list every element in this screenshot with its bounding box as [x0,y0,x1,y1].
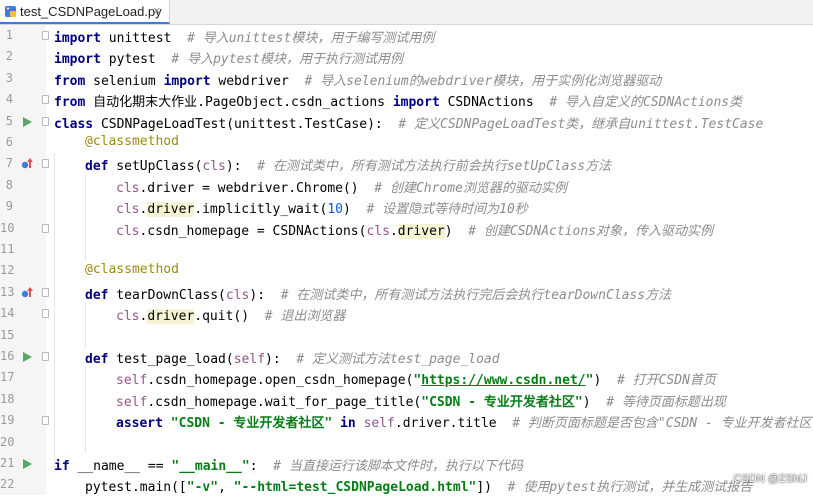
override-method-icon[interactable] [20,286,34,300]
code-text: def test_page_load(self): # 定义测试方法test_p… [85,352,500,367]
line-number: 1 [5,28,13,42]
code-text: @classmethod [85,262,179,278]
code-line[interactable]: 6 @classmethod [0,132,813,153]
fold-marker-icon[interactable] [42,223,49,233]
close-tab-icon[interactable]: × [153,3,161,18]
line-number: 4 [5,92,13,107]
run-icon[interactable] [20,457,34,471]
code-text: if __name__ == "__main__": # 当直接运行该脚本文件时… [54,459,523,474]
code-text: from 自动化期末大作业.PageObject.csdn_actions im… [54,95,743,111]
line-number: 22 [0,477,15,492]
code-text: cls.driver.quit() # 退出浏览器 [116,309,346,325]
code-line[interactable]: 9 cls.driver.implicitly_wait(10) # 设置隐式等… [0,196,813,218]
line-number: 14 [0,306,15,321]
line-number: 8 [5,177,13,192]
fold-marker-icon[interactable] [42,95,49,105]
code-line[interactable]: 16 def test_page_load(self): # 定义测试方法tes… [0,346,813,367]
editor-tab-bar: test_CSDNPageLoad.py × [0,0,813,25]
code-line[interactable]: 14 cls.driver.quit() # 退出浏览器 [0,303,813,325]
code-line[interactable]: 19 assert "CSDN - 专业开发者社区" in self.drive… [0,410,813,431]
code-text: def setUpClass(cls): # 在测试类中，所有测试方法执行前会执… [85,159,612,175]
code-line[interactable]: 1 import unittest # 导入unittest模块，用于编写测试用… [0,25,813,46]
line-number: 16 [0,349,15,363]
code-line[interactable]: 11 [0,239,813,260]
code-text: class CSDNPageLoadTest(unittest.TestCase… [54,116,764,132]
fold-marker-icon[interactable] [42,287,49,297]
code-line[interactable]: 17 self.csdn_homepage.open_csdn_homepage… [0,367,813,388]
code-text: from selenium import webdriver # 导入selen… [54,73,662,89]
line-number: 15 [0,327,15,342]
run-icon[interactable] [20,115,34,129]
line-number: 5 [5,113,13,128]
code-text: assert "CSDN - 专业开发者社区" in self.driver.t… [116,416,813,432]
code-editor[interactable]: 1 import unittest # 导入unittest模块，用于编写测试用… [0,25,813,495]
tab-test-csdnpageload[interactable]: test_CSDNPageLoad.py × [0,0,170,24]
url-link[interactable]: https://www.csdn.net/ [421,373,585,388]
fold-marker-icon[interactable] [42,116,49,126]
code-text: import pytest # 导入pytest模块，用于执行测试用例 [54,52,404,68]
line-number: 19 [0,413,15,428]
code-text: cls.driver.implicitly_wait(10) # 设置隐式等待时… [116,202,528,218]
code-text: self.csdn_homepage.wait_for_page_title("… [116,394,726,410]
code-line[interactable]: 7 def setUpClass(cls): # 在测试类中，所有测试方法执行前… [0,153,813,174]
fold-marker-icon[interactable] [42,416,49,426]
code-line[interactable]: 12 @classmethod [0,260,813,281]
code-line[interactable]: 10 cls.csdn_homepage = CSDNActions(cls.d… [0,218,813,239]
fold-marker-icon[interactable] [42,31,49,40]
code-line[interactable]: 2 import pytest # 导入pytest模块，用于执行测试用例 [0,46,813,67]
code-line[interactable]: 21 if __name__ == "__main__": # 当直接运行该脚本… [0,453,813,474]
line-number: 11 [0,242,15,256]
code-text: pytest.main(["-v", "--html=test_CSDNPage… [85,480,753,496]
code-line[interactable]: 18 self.csdn_homepage.wait_for_page_titl… [0,389,813,410]
fold-marker-icon[interactable] [42,352,49,361]
line-number: 6 [5,135,13,149]
code-line[interactable]: 8 cls.driver = webdriver.Chrome() # 创建Ch… [0,175,813,196]
fold-marker-icon[interactable] [42,159,49,169]
watermark: CSDN @ZShiJ [733,473,807,485]
code-line[interactable]: 3 from selenium import webdriver # 导入sel… [0,68,813,89]
fold-marker-icon[interactable] [42,309,49,319]
run-icon[interactable] [20,350,34,364]
code-text: cls.driver = webdriver.Chrome() # 创建Chro… [116,180,567,196]
code-line[interactable]: 5 class CSDNPageLoadTest(unittest.TestCa… [0,111,813,132]
code-line[interactable]: 22 pytest.main(["-v", "--html=test_CSDNP… [0,474,813,495]
line-number: 12 [0,263,15,278]
line-number: 21 [0,456,15,470]
line-number: 13 [0,284,15,299]
line-number: 17 [0,370,15,385]
code-text: import unittest # 导入unittest模块，用于编写测试用例 [54,31,435,46]
line-number: 3 [5,70,13,85]
line-number: 9 [5,199,13,214]
code-text: self.csdn_homepage.open_csdn_homepage("h… [116,373,716,389]
line-number: 18 [0,391,15,406]
line-number: 7 [5,156,13,171]
python-file-icon [5,6,16,17]
override-method-icon[interactable] [20,157,34,171]
line-number: 10 [0,220,15,235]
code-line[interactable]: 15 [0,325,813,346]
code-text: def tearDownClass(cls): # 在测试类中，所有测试方法执行… [85,287,672,303]
code-text: cls.csdn_homepage = CSDNActions(cls.driv… [116,223,713,239]
code-line[interactable]: 20 [0,432,813,453]
tab-label: test_CSDNPageLoad.py [20,4,162,19]
line-number: 20 [0,434,15,449]
line-number: 2 [5,49,13,64]
code-text: @classmethod [85,134,179,149]
code-line[interactable]: 4 from 自动化期末大作业.PageObject.csdn_actions … [0,89,813,110]
code-line[interactable]: 13 def tearDownClass(cls): # 在测试类中，所有测试方… [0,282,813,303]
